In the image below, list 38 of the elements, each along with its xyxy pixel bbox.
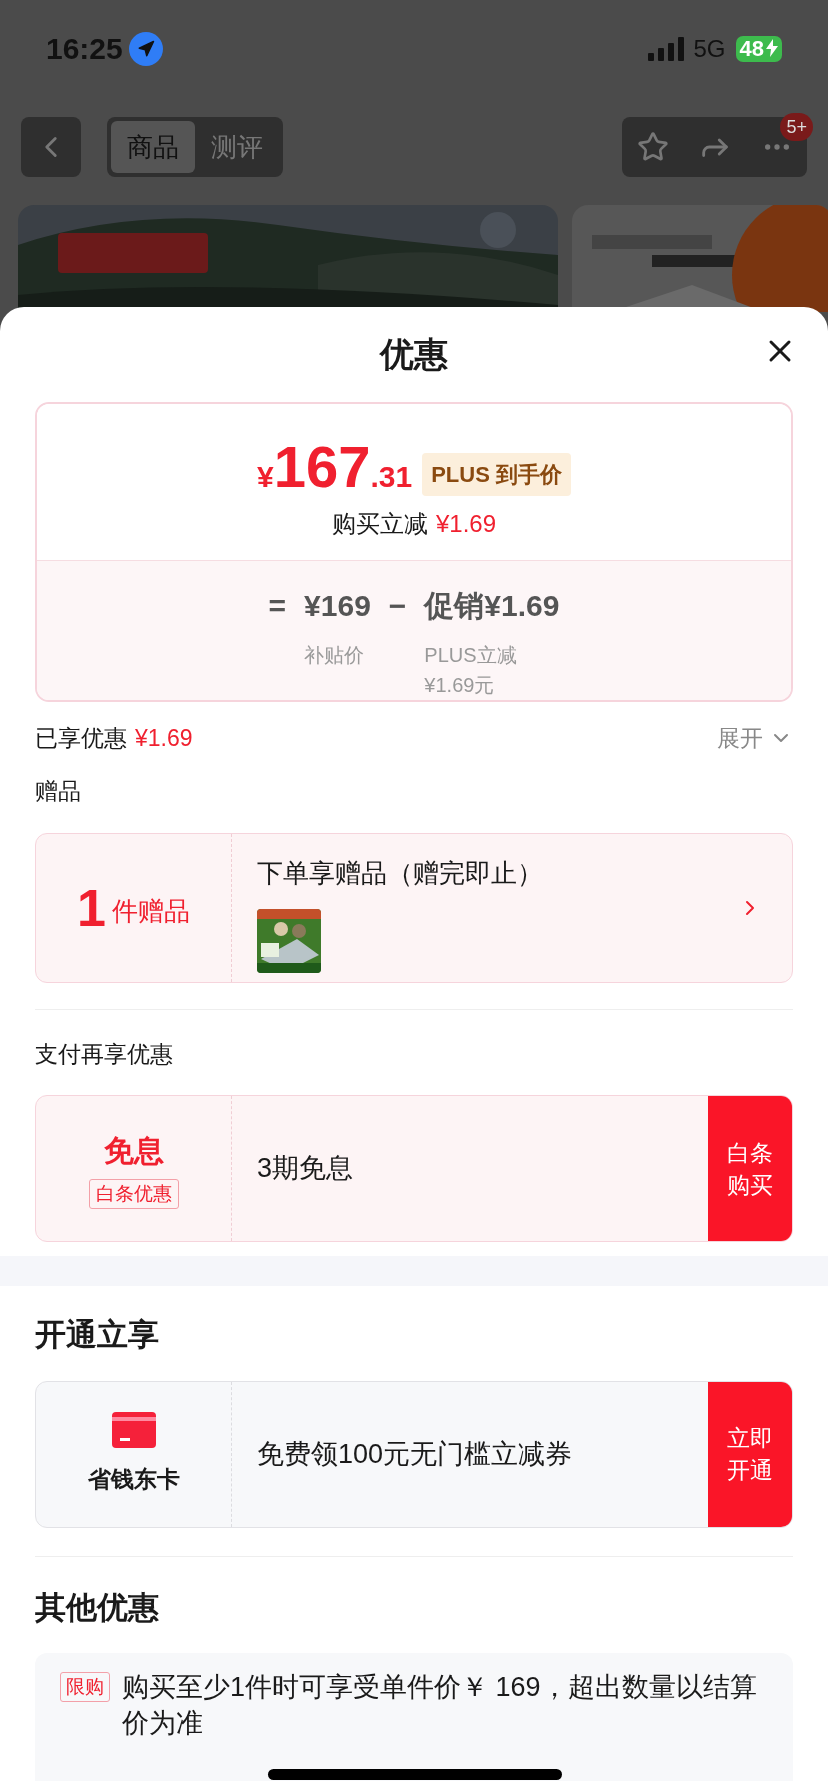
enjoyed-amount: ¥1.69: [135, 723, 193, 753]
tab[interactable]: 商品: [111, 121, 195, 173]
final-price: ¥167.31: [257, 438, 413, 496]
limit-tag: 限购: [60, 1672, 110, 1702]
expand-toggle[interactable]: 展开: [717, 720, 793, 756]
section-label: 赠品: [35, 777, 82, 806]
promo-amount: 促销¥1.69: [424, 588, 560, 624]
status-time: 16:25: [46, 31, 123, 67]
promo-note: ¥1.69元: [424, 673, 496, 698]
card-label: 省钱东卡: [87, 1464, 180, 1494]
tab[interactable]: 测评: [195, 121, 279, 173]
base-price-label: 补贴价: [304, 643, 366, 668]
offer-tag: 白条优惠: [88, 1178, 179, 1210]
gift-text: 下单享赠品（赠完即止）: [257, 856, 544, 890]
gift-card[interactable]: 1 件赠品 下单享赠品（赠完即止）: [35, 832, 793, 983]
equals-sign: =: [268, 588, 287, 624]
membership-text: 免费领100元无门槛立减券: [256, 1437, 574, 1471]
section-label: 支付再享优惠: [35, 1039, 174, 1069]
section-title: 开通立享: [35, 1316, 160, 1354]
activate-button[interactable]: 立即开通: [708, 1381, 792, 1527]
plus-price-tag: PLUS 到手价: [422, 453, 571, 496]
base-price: ¥169: [304, 588, 371, 624]
pay-button[interactable]: 白条购买: [708, 1096, 792, 1241]
enjoyed-label: 已享优惠: [35, 723, 127, 753]
offer-description: 购买至少1件时可享受单件价￥ 169，超出数量以结算价为准: [122, 1671, 758, 1740]
promo-note: PLUS立减: [424, 643, 518, 668]
network-label: 5G: [693, 33, 726, 64]
offer-headline: 免息: [103, 1132, 164, 1169]
battery-indicator: 48: [735, 35, 782, 62]
gift-unit: 件赠品: [111, 895, 190, 928]
sheet-title: 优惠: [380, 334, 448, 375]
notification-badge: 5+: [780, 113, 813, 141]
reduction-label: 购买立减: [331, 509, 428, 539]
section-title: 其他优惠: [35, 1588, 160, 1627]
offer-text: 3期免息: [256, 1152, 355, 1186]
minus-sign: −: [388, 588, 407, 624]
gift-count: 1: [77, 881, 106, 934]
reduction-amount: ¥1.69: [435, 509, 497, 539]
